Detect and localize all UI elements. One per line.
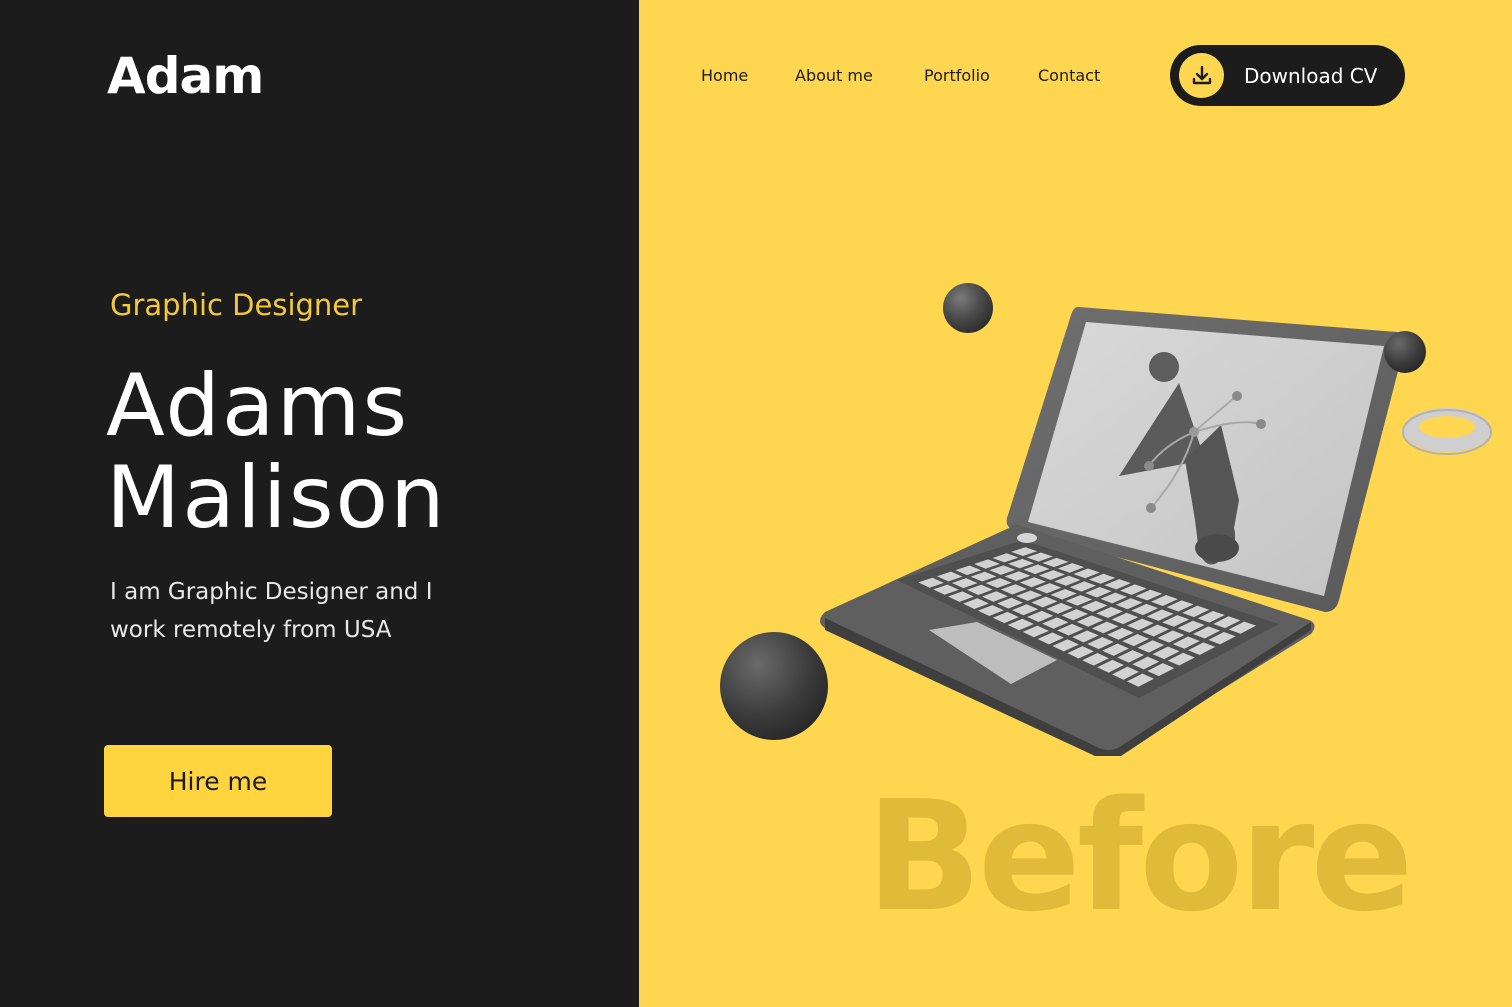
hire-me-button[interactable]: Hire me [104,745,332,817]
left-panel: Adam Graphic Designer Adams Malison I am… [0,0,639,1007]
site-logo[interactable]: Adam [107,48,264,104]
hero-name: Adams Malison [106,360,447,544]
hero-first-name: Adams [106,356,410,456]
right-panel: Home About me Portfolio Contact Download… [639,0,1512,1007]
screen-circle-icon [1149,352,1179,382]
corner-sphere-icon [1384,331,1426,373]
power-button [1017,533,1037,543]
hero-description: I am Graphic Designer and I work remotel… [110,579,433,643]
laptop-illustration [720,283,1492,756]
hero-last-name: Malison [106,448,447,548]
hero-role: Graphic Designer [110,288,363,322]
large-sphere-icon [720,632,828,740]
small-sphere-icon [943,283,993,333]
ring-icon [1402,408,1492,455]
